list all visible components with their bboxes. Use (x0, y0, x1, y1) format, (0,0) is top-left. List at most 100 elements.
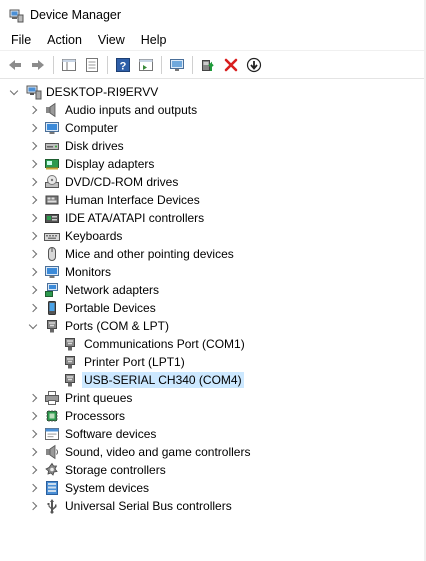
dvd-drive-icon (44, 174, 60, 190)
chevron-right-icon (28, 429, 38, 439)
tree-item-label: Display adapters (65, 157, 155, 171)
back-button[interactable] (4, 54, 26, 76)
tree-category-audio-inputs-and-outputs[interactable]: Audio inputs and outputs (0, 101, 426, 119)
forward-button[interactable] (27, 54, 49, 76)
expand-toggle[interactable] (28, 447, 38, 457)
tree-root-label: DESKTOP-RI9ERVV (46, 85, 159, 99)
collapse-toggle[interactable] (28, 320, 38, 331)
tree-item-label: System devices (65, 481, 150, 495)
tree-category-mice-and-other-pointing-devices[interactable]: Mice and other pointing devices (0, 245, 426, 263)
tree-category-network-adapters[interactable]: Network adapters (0, 281, 426, 299)
port-icon (62, 354, 78, 370)
expand-toggle[interactable] (28, 159, 38, 169)
menu-help[interactable]: Help (133, 30, 175, 51)
tree-item-label: Software devices (65, 427, 157, 441)
mouse-icon (44, 246, 60, 262)
expand-toggle[interactable] (28, 411, 38, 421)
tree-category-universal-serial-bus-controllers[interactable]: Universal Serial Bus controllers (0, 497, 426, 515)
expand-toggle[interactable] (28, 123, 38, 133)
tree-category-portable-devices[interactable]: Portable Devices (0, 299, 426, 317)
tree-device-communications-port-com1[interactable]: Communications Port (COM1) (0, 335, 426, 353)
expand-toggle[interactable] (28, 501, 38, 511)
tree-category-sound-video-and-game-controllers[interactable]: Sound, video and game controllers (0, 443, 426, 461)
expand-toggle[interactable] (28, 177, 38, 187)
computer-icon (44, 120, 60, 136)
tree-item-label: Network adapters (65, 283, 160, 297)
expand-toggle[interactable] (28, 393, 38, 403)
uninstall-device-button[interactable] (220, 54, 242, 76)
menu-view[interactable]: View (90, 30, 133, 51)
action-pane-icon (139, 59, 153, 71)
toolbar-separator (107, 56, 108, 74)
tree-device-usb-serial-ch340-com4[interactable]: USB-SERIAL CH340 (COM4) (0, 371, 426, 389)
chevron-right-icon (28, 177, 38, 187)
chevron-right-icon (28, 501, 38, 511)
expand-toggle[interactable] (28, 231, 38, 241)
collapse-toggle[interactable] (9, 86, 19, 97)
help-button[interactable]: ? (112, 54, 134, 76)
scan-hardware-button[interactable] (166, 54, 188, 76)
tree-category-ide-ata-atapi-controllers[interactable]: IDE ATA/ATAPI controllers (0, 209, 426, 227)
toolbar-separator (161, 56, 162, 74)
chevron-right-icon (28, 483, 38, 493)
expand-toggle[interactable] (28, 141, 38, 151)
tree-category-storage-controllers[interactable]: Storage controllers (0, 461, 426, 479)
arrow-right-icon (32, 60, 44, 70)
expand-toggle[interactable] (28, 465, 38, 475)
tree-category-software-devices[interactable]: Software devices (0, 425, 426, 443)
tree-item-label: Processors (65, 409, 126, 423)
tree-category-monitors[interactable]: Monitors (0, 263, 426, 281)
menu-action[interactable]: Action (39, 30, 90, 51)
chevron-right-icon (28, 411, 38, 421)
expand-toggle[interactable] (28, 213, 38, 223)
tree-item-label: Printer Port (LPT1) (84, 355, 185, 369)
tree-category-dvd-cd-rom-drives[interactable]: DVD/CD-ROM drives (0, 173, 426, 191)
expand-toggle[interactable] (28, 195, 38, 205)
tree-category-display-adapters[interactable]: Display adapters (0, 155, 426, 173)
portable-device-icon (44, 300, 60, 316)
usb-icon (44, 498, 60, 514)
expand-toggle[interactable] (28, 303, 38, 313)
display-adapter-icon (44, 156, 60, 172)
properties-button[interactable] (81, 54, 103, 76)
tree-category-system-devices[interactable]: System devices (0, 479, 426, 497)
tree-root[interactable]: DESKTOP-RI9ERVV (0, 83, 426, 101)
network-adapter-icon (44, 282, 60, 298)
title-bar: Device Manager (0, 0, 426, 30)
expand-toggle[interactable] (28, 267, 38, 277)
tree-device-printer-port-lpt1[interactable]: Printer Port (LPT1) (0, 353, 426, 371)
sound-controller-icon (44, 444, 60, 460)
tree-category-disk-drives[interactable]: Disk drives (0, 137, 426, 155)
chevron-right-icon (28, 465, 38, 475)
device-tree: DESKTOP-RI9ERVV Audio inputs and outputs… (0, 83, 426, 514)
tree-category-human-interface-devices[interactable]: Human Interface Devices (0, 191, 426, 209)
expand-toggle[interactable] (28, 483, 38, 493)
expand-toggle[interactable] (28, 249, 38, 259)
processor-icon (44, 408, 60, 424)
tree-category-print-queues[interactable]: Print queues (0, 389, 426, 407)
update-driver-icon (202, 60, 214, 71)
expand-toggle[interactable] (28, 285, 38, 295)
show-hide-console-tree-button[interactable] (58, 54, 80, 76)
console-tree-icon (62, 59, 76, 71)
expand-toggle[interactable] (28, 105, 38, 115)
tree-category-keyboards[interactable]: Keyboards (0, 227, 426, 245)
chevron-right-icon (28, 303, 38, 313)
chevron-right-icon (28, 123, 38, 133)
expand-toggle[interactable] (28, 429, 38, 439)
menu-file[interactable]: File (0, 30, 39, 51)
action-pane-button[interactable] (135, 54, 157, 76)
tree-category-processors[interactable]: Processors (0, 407, 426, 425)
menu-bar: File Action View Help (0, 30, 426, 51)
tree-category-ports-com-lpt[interactable]: Ports (COM & LPT) (0, 317, 426, 335)
chevron-right-icon (28, 213, 38, 223)
update-driver-button[interactable] (197, 54, 219, 76)
tree-category-computer[interactable]: Computer (0, 119, 426, 137)
chevron-right-icon (28, 105, 38, 115)
tree-item-label: Print queues (65, 391, 133, 405)
disable-device-button[interactable] (243, 54, 265, 76)
tree-item-label: Sound, video and game controllers (65, 445, 251, 459)
tree-item-label: Universal Serial Bus controllers (65, 499, 232, 513)
toolbar-separator (192, 56, 193, 74)
help-icon: ? (116, 58, 130, 73)
